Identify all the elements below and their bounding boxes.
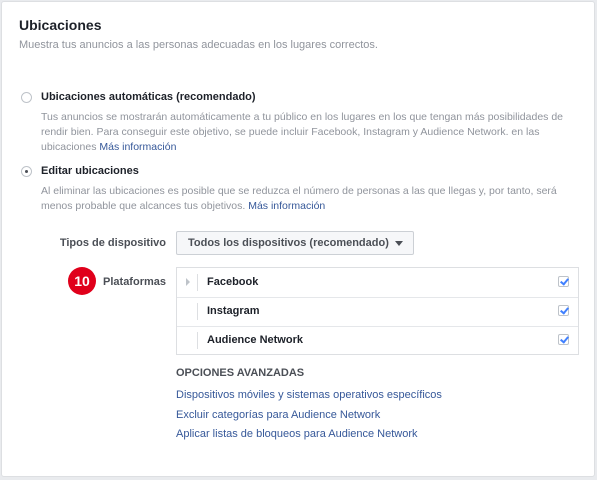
edit-more-info-link[interactable]: Más información (248, 200, 325, 212)
platform-name: Facebook (207, 276, 259, 288)
expand-arrow-icon[interactable] (186, 278, 190, 286)
placements-panel: Ubicaciones Muestra tus anuncios a las p… (1, 1, 595, 477)
advanced-link-block-lists[interactable]: Aplicar listas de bloqueos para Audience… (176, 428, 418, 440)
divider (197, 332, 198, 349)
divider (197, 274, 198, 291)
step-badge: 10 (68, 267, 96, 295)
platform-row-facebook[interactable]: Facebook (177, 268, 578, 298)
device-types-value: Todos los dispositivos (recomendado) (188, 237, 389, 249)
platform-name: Instagram (207, 305, 260, 317)
instagram-checkbox[interactable] (558, 305, 569, 316)
platform-row-audience-network[interactable]: Audience Network (177, 326, 578, 355)
automatic-placements-description: Tus anuncios se mostrarán automáticament… (41, 110, 581, 155)
caret-down-icon (395, 241, 403, 246)
facebook-checkbox[interactable] (558, 276, 569, 287)
automatic-placements-label[interactable]: Ubicaciones automáticas (recomendado) (41, 91, 256, 103)
section-subtitle: Muestra tus anuncios a las personas adec… (19, 39, 378, 51)
platform-row-instagram[interactable]: Instagram (177, 297, 578, 327)
edit-placements-radio[interactable] (21, 166, 32, 177)
automatic-placements-radio[interactable] (21, 92, 32, 103)
edit-placements-description: Al eliminar las ubicaciones es posible q… (41, 184, 581, 214)
section-title: Ubicaciones (19, 17, 102, 33)
advanced-link-mobile-devices[interactable]: Dispositivos móviles y sistemas operativ… (176, 389, 442, 401)
advanced-link-exclude-categories[interactable]: Excluir categorías para Audience Network (176, 409, 380, 421)
device-types-label: Tipos de dispositivo (59, 237, 166, 249)
platforms-label: Plataformas (103, 276, 166, 288)
advanced-options-title: OPCIONES AVANZADAS (176, 367, 305, 379)
automatic-more-info-link[interactable]: Más información (99, 141, 176, 153)
device-types-dropdown[interactable]: Todos los dispositivos (recomendado) (176, 231, 414, 255)
platforms-list: Facebook Instagram Audience Network (176, 267, 579, 355)
divider (197, 303, 198, 320)
edit-placements-label[interactable]: Editar ubicaciones (41, 165, 139, 177)
audience-network-checkbox[interactable] (558, 334, 569, 345)
platform-name: Audience Network (207, 334, 303, 346)
